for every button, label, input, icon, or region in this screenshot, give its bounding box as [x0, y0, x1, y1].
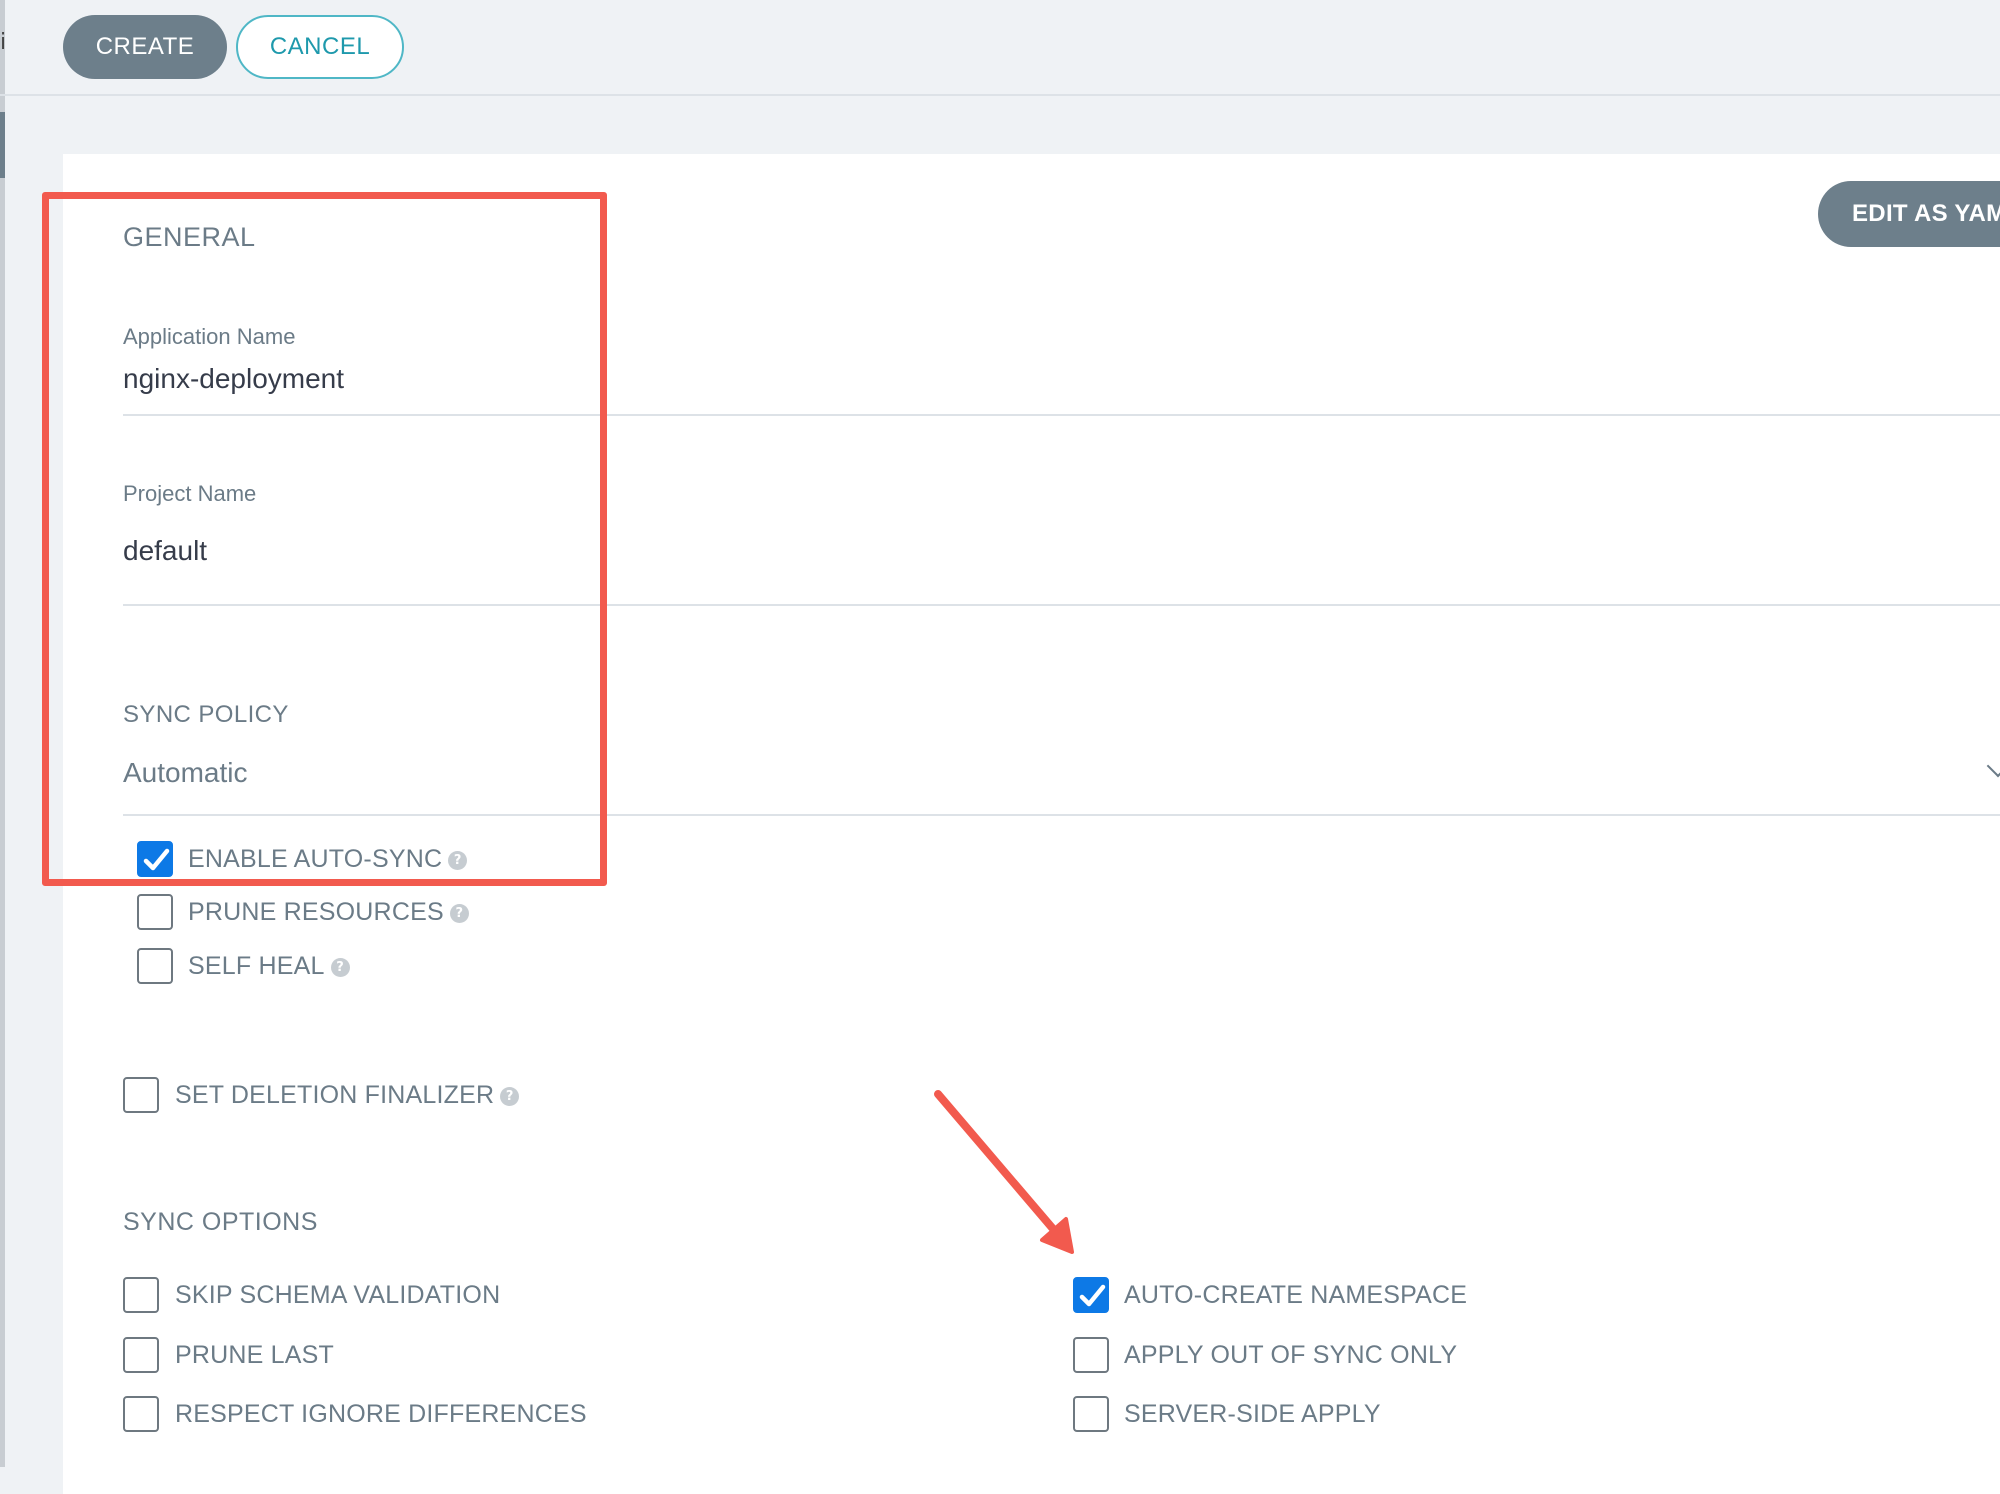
self-heal-checkbox[interactable]	[137, 948, 173, 984]
help-icon[interactable]: ?	[330, 957, 350, 977]
help-icon[interactable]: ?	[500, 1086, 520, 1106]
edit-as-yaml-button[interactable]: EDIT AS YAM	[1818, 181, 2000, 247]
server-side-apply-label[interactable]: SERVER-SIDE APPLY	[1124, 1400, 1381, 1429]
top-toolbar: CREATE CANCEL	[0, 0, 2000, 96]
prune-resources-label[interactable]: PRUNE RESOURCES?	[188, 898, 469, 927]
auto-create-namespace-checkbox[interactable]	[1073, 1277, 1109, 1313]
help-icon[interactable]: ?	[449, 903, 469, 923]
window-edge-marker	[0, 112, 5, 178]
annotation-highlight-box	[42, 192, 607, 886]
respect-ignore-differences-label[interactable]: RESPECT IGNORE DIFFERENCES	[175, 1400, 587, 1429]
prune-resources-checkbox[interactable]	[137, 894, 173, 930]
set-deletion-finalizer-label[interactable]: SET DELETION FINALIZER?	[175, 1081, 520, 1110]
respect-ignore-differences-checkbox[interactable]	[123, 1396, 159, 1432]
apply-out-of-sync-only-checkbox[interactable]	[1073, 1337, 1109, 1373]
self-heal-label[interactable]: SELF HEAL?	[188, 952, 350, 981]
checkmark-icon	[1079, 1284, 1106, 1307]
server-side-apply-checkbox[interactable]	[1073, 1396, 1109, 1432]
set-deletion-finalizer-checkbox[interactable]	[123, 1077, 159, 1113]
skip-schema-validation-checkbox[interactable]	[123, 1277, 159, 1313]
sync-options-title: SYNC OPTIONS	[123, 1208, 318, 1236]
prune-last-checkbox[interactable]	[123, 1337, 159, 1373]
create-button[interactable]: CREATE	[63, 15, 227, 79]
apply-out-of-sync-only-label[interactable]: APPLY OUT OF SYNC ONLY	[1124, 1341, 1457, 1370]
prune-last-label[interactable]: PRUNE LAST	[175, 1341, 334, 1370]
skip-schema-validation-label[interactable]: SKIP SCHEMA VALIDATION	[175, 1281, 500, 1310]
auto-create-namespace-label[interactable]: AUTO-CREATE NAMESPACE	[1124, 1281, 1467, 1310]
window-left-edge	[0, 0, 5, 1467]
cancel-button[interactable]: CANCEL	[236, 15, 404, 79]
